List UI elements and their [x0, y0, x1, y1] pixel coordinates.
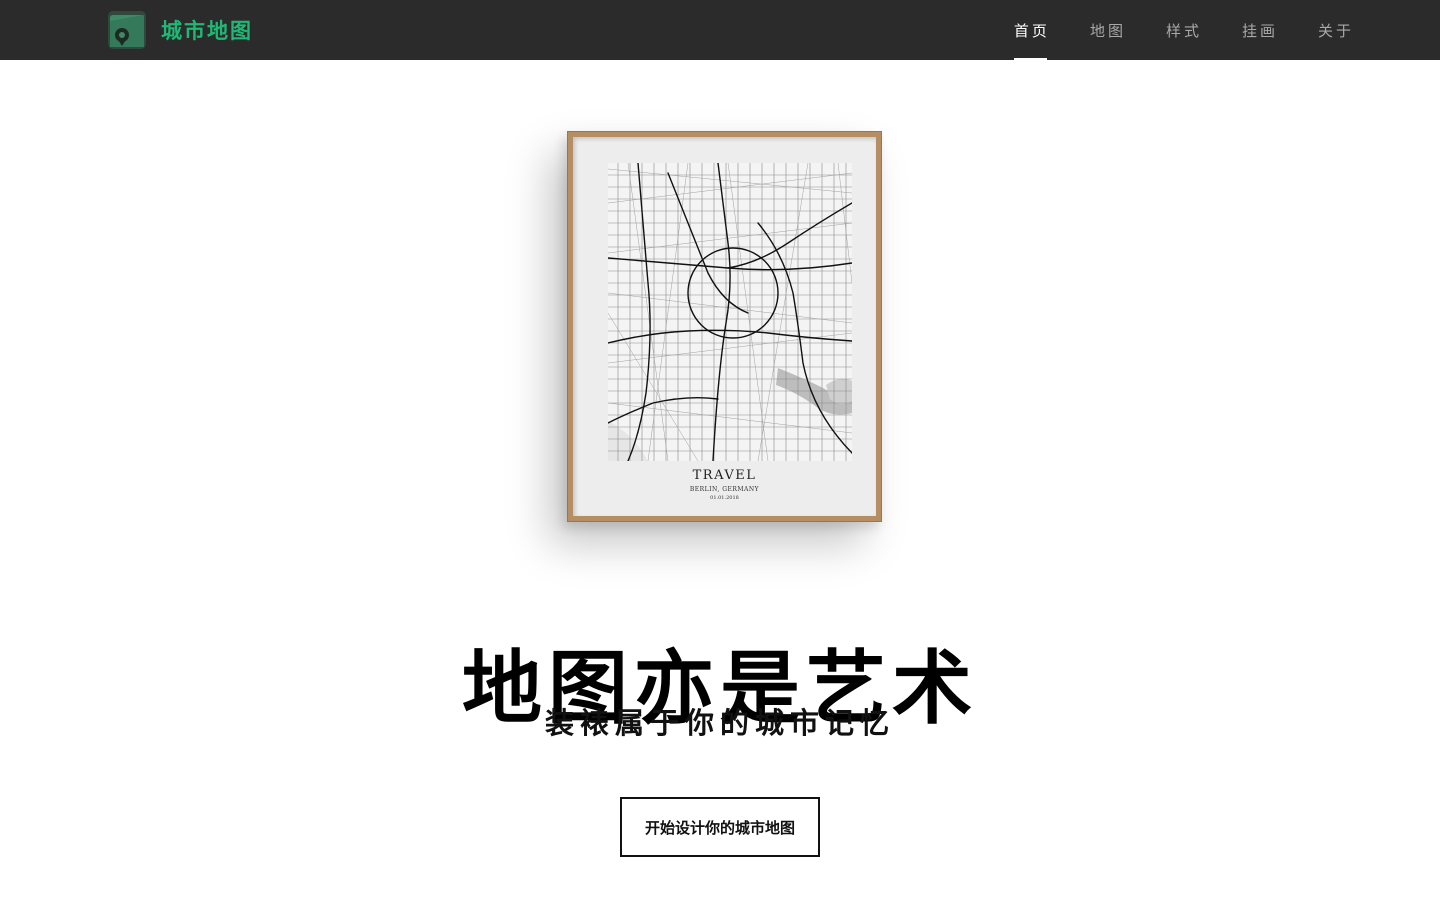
- city-street-map-illustration: [608, 163, 852, 461]
- main-nav: 首页 地图 样式 挂画 关于: [974, 0, 1354, 60]
- poster-title: TRAVEL: [692, 468, 757, 483]
- brand-home-link[interactable]: 城市地图: [108, 10, 253, 50]
- start-design-button[interactable]: 开始设计你的城市地图: [620, 797, 820, 857]
- poster-location: BERLIN, GERMANY: [689, 486, 760, 493]
- brand-name: 城市地图: [161, 19, 253, 43]
- map-pin-logo-icon: [108, 11, 146, 49]
- top-navbar: 城市地图 首页 地图 样式 挂画 关于: [0, 0, 1440, 60]
- hero-subtitle: 装裱属于你的城市记忆: [544, 706, 895, 740]
- nav-item-styles[interactable]: 样式: [1166, 0, 1202, 60]
- nav-item-map[interactable]: 地图: [1090, 0, 1126, 60]
- poster-date: 01.01.2018: [710, 495, 739, 501]
- poster-mat: TRAVEL BERLIN, GERMANY 01.01.2018: [573, 137, 876, 516]
- framed-map-poster: TRAVEL BERLIN, GERMANY 01.01.2018: [567, 131, 882, 522]
- nav-item-home[interactable]: 首页: [1013, 0, 1050, 60]
- nav-item-about[interactable]: 关于: [1318, 0, 1354, 60]
- nav-item-wall-art[interactable]: 挂画: [1242, 0, 1278, 60]
